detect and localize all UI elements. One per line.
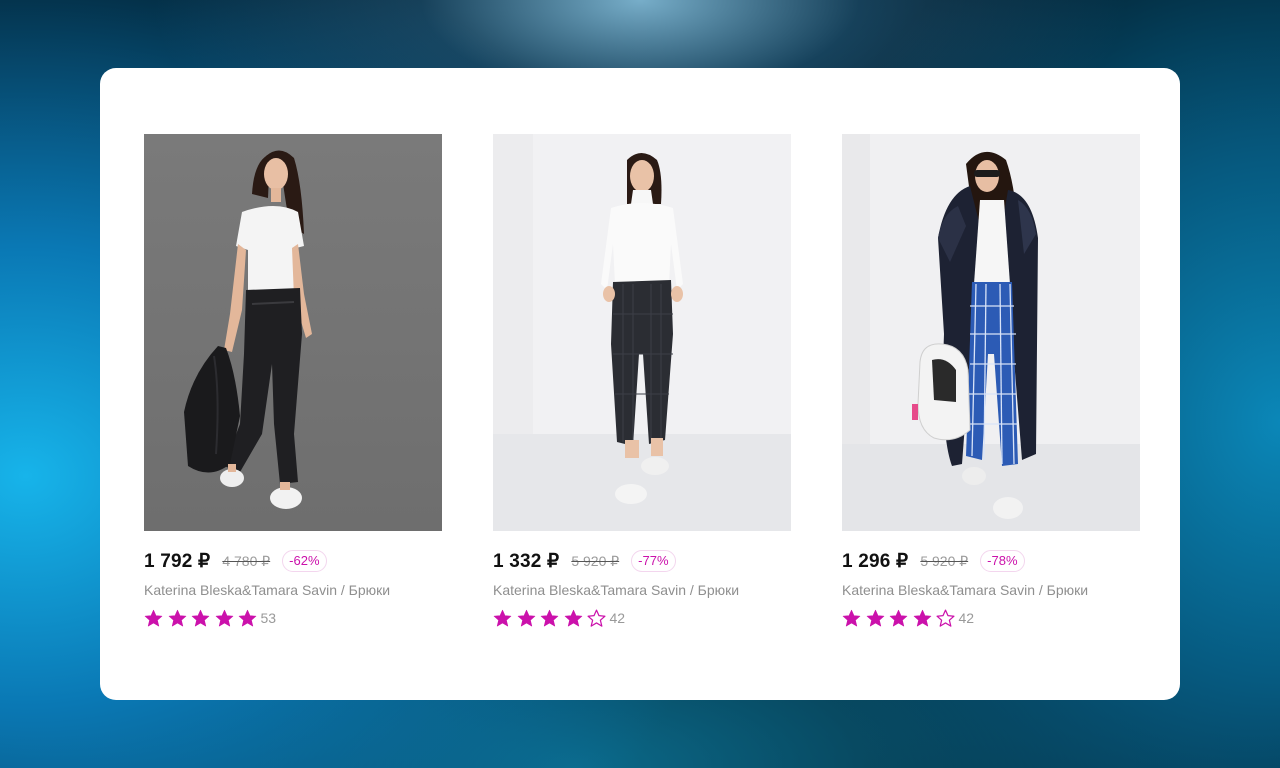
star-filled-icon [866, 609, 884, 626]
price-row: 1 296 ₽ 5 920 ₽ -78% [842, 548, 1140, 574]
current-price: 1 296 ₽ [842, 550, 909, 572]
model-blue-check-trousers-photo-icon [842, 134, 1140, 531]
old-price: 5 920 ₽ [571, 552, 620, 569]
star-filled-icon [168, 609, 186, 626]
rating: 42 [842, 608, 1140, 628]
product-card[interactable]: 1 332 ₽ 5 920 ₽ -77% Katerina Bleska&Tam… [493, 134, 791, 628]
product-card[interactable]: 1 792 ₽ 4 780 ₽ -62% Katerina Bleska&Tam… [144, 134, 442, 628]
model-plaid-grey-trousers-photo-icon [493, 134, 791, 531]
product-title[interactable]: Katerina Bleska&Tamara Savin / Брюки [842, 582, 1140, 598]
star-filled-icon [913, 609, 931, 626]
product-title[interactable]: Katerina Bleska&Tamara Savin / Брюки [493, 582, 791, 598]
product-card[interactable]: 1 296 ₽ 5 920 ₽ -78% Katerina Bleska&Tam… [842, 134, 1140, 628]
discount-badge: -77% [631, 550, 676, 572]
star-empty-icon [587, 609, 606, 627]
star-empty-icon [936, 609, 955, 627]
star-filled-icon [191, 609, 210, 626]
star-filled-icon [517, 609, 535, 626]
review-count: 53 [260, 610, 277, 626]
current-price: 1 332 ₽ [493, 550, 560, 572]
star-filled-icon [144, 609, 163, 626]
product-image[interactable] [493, 134, 791, 531]
model-black-trousers-photo-icon [144, 134, 442, 531]
current-price: 1 792 ₽ [144, 550, 211, 572]
rating: 53 [144, 608, 442, 628]
review-count: 42 [958, 610, 975, 626]
star-filled-icon [540, 609, 559, 626]
price-row: 1 332 ₽ 5 920 ₽ -77% [493, 548, 791, 574]
star-filled-icon [842, 609, 861, 626]
old-price: 4 780 ₽ [222, 552, 271, 569]
app-background: 1 792 ₽ 4 780 ₽ -62% Katerina Bleska&Tam… [0, 0, 1280, 768]
rating: 42 [493, 608, 791, 628]
review-count: 42 [609, 610, 626, 626]
product-image[interactable] [144, 134, 442, 531]
product-image[interactable] [842, 134, 1140, 531]
discount-badge: -78% [980, 550, 1025, 572]
product-grid-panel: 1 792 ₽ 4 780 ₽ -62% Katerina Bleska&Tam… [100, 68, 1180, 700]
old-price: 5 920 ₽ [920, 552, 969, 569]
star-filled-icon [238, 609, 257, 626]
star-filled-icon [889, 609, 908, 626]
discount-badge: -62% [282, 550, 327, 572]
star-filled-icon [215, 609, 233, 626]
star-filled-icon [564, 609, 582, 626]
product-title[interactable]: Katerina Bleska&Tamara Savin / Брюки [144, 582, 442, 598]
price-row: 1 792 ₽ 4 780 ₽ -62% [144, 548, 442, 574]
star-filled-icon [493, 609, 512, 626]
